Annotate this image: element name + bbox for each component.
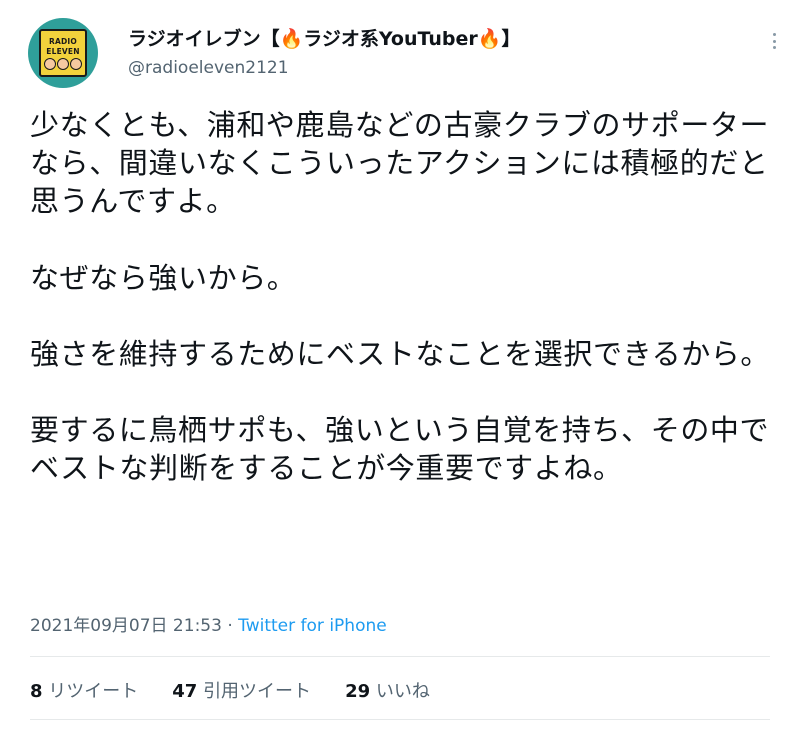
likes-label: いいね — [375, 681, 430, 702]
dot — [772, 33, 776, 36]
retweets-stat[interactable]: 8 リツイート — [30, 677, 138, 703]
user-handle[interactable]: @radioeleven2121 — [128, 58, 289, 78]
avatar[interactable]: RADIO ELEVEN — [28, 18, 98, 88]
face-icon — [57, 58, 69, 70]
source-link[interactable]: Twitter for iPhone — [238, 616, 387, 636]
quotes-label: 引用ツイート — [203, 681, 312, 702]
quotes-count: 47 — [172, 681, 198, 702]
timestamp[interactable]: 2021年09月07日 21:53 — [30, 616, 222, 636]
more-options-icon[interactable] — [764, 30, 784, 52]
likes-count: 29 — [345, 681, 371, 702]
likes-stat[interactable]: 29 いいね — [345, 677, 430, 703]
avatar-badge: RADIO ELEVEN — [39, 29, 87, 77]
divider — [30, 656, 770, 657]
tweet-text: 少なくとも、浦和や鹿島などの古豪クラブのサポーターなら、間違いなくこういったアク… — [30, 106, 770, 487]
meta-separator: · — [221, 616, 239, 636]
tweet-paragraph: 要するに鳥栖サポも、強いという自覚を持ち、その中でベストな判断をすることが今重要… — [30, 413, 770, 486]
avatar-faces — [44, 58, 82, 72]
avatar-text-line2: ELEVEN — [46, 47, 80, 56]
retweets-count: 8 — [30, 681, 43, 702]
divider — [30, 719, 770, 720]
face-icon — [44, 58, 56, 70]
display-name[interactable]: ラジオイレブン【🔥ラジオ系YouTuber🔥】 — [128, 24, 520, 51]
display-name-middle: ラジオ系YouTuber — [303, 28, 478, 50]
dot — [772, 46, 776, 49]
tweet-paragraph: なぜなら強いから。 — [30, 260, 297, 295]
avatar-text-line1: RADIO — [49, 37, 77, 46]
display-name-prefix: ラジオイレブン【 — [128, 28, 280, 50]
tweet-meta: 2021年09月07日 21:53 · Twitter for iPhone — [30, 611, 387, 636]
quotes-stat[interactable]: 47 引用ツイート — [172, 677, 311, 703]
tweet-paragraph: 少なくとも、浦和や鹿島などの古豪クラブのサポーターなら、間違いなくこういったアク… — [30, 108, 770, 219]
tweet-paragraph: 強さを維持するためにベストなことを選択できるから。 — [30, 336, 771, 371]
tweet-card: RADIO ELEVEN ラジオイレブン【🔥ラジオ系YouTuber🔥】 @ra… — [0, 0, 800, 736]
dot — [772, 39, 776, 43]
fire-icon: 🔥 — [477, 28, 502, 50]
retweets-label: リツイート — [48, 681, 139, 702]
face-icon — [70, 58, 82, 70]
engagement-stats: 8 リツイート 47 引用ツイート 29 いいね — [30, 677, 430, 703]
fire-icon: 🔥 — [279, 28, 304, 50]
display-name-suffix: 】 — [501, 28, 521, 50]
